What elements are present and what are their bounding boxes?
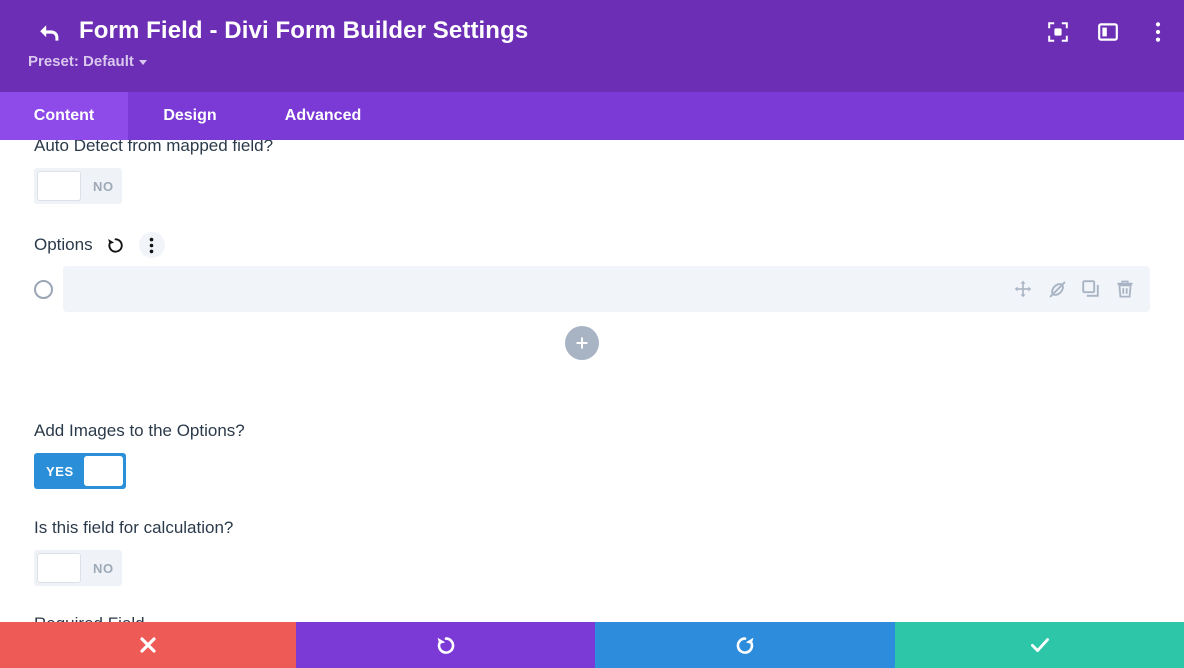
settings-body: Auto Detect from mapped field? NO Option…: [0, 140, 1184, 628]
reset-icon[interactable]: [103, 232, 129, 258]
focus-frame-icon[interactable]: [1042, 16, 1074, 48]
options-header: Options: [34, 232, 165, 258]
option-radio[interactable]: [34, 279, 53, 299]
toggle-state-label: NO: [93, 178, 114, 194]
duplicate-icon[interactable]: [1080, 278, 1102, 300]
label-add-images: Add Images to the Options?: [34, 421, 245, 440]
label-options: Options: [34, 235, 93, 254]
tab-advanced[interactable]: Advanced: [252, 92, 394, 140]
delete-icon[interactable]: [1114, 278, 1136, 300]
toggle-knob: [83, 456, 123, 486]
label-is-calculation: Is this field for calculation?: [34, 518, 234, 537]
more-vertical-icon[interactable]: [1142, 16, 1174, 48]
redo-button[interactable]: [595, 622, 895, 668]
close-icon: [140, 637, 156, 653]
back-button[interactable]: [34, 18, 64, 48]
toggle-is-calculation[interactable]: NO: [34, 550, 122, 586]
tab-content[interactable]: Content: [0, 92, 128, 140]
save-button[interactable]: [895, 622, 1184, 668]
toggle-state-label: NO: [93, 560, 114, 576]
add-option-button[interactable]: [565, 326, 599, 360]
redo-icon: [736, 637, 754, 654]
option-row: [34, 266, 1150, 312]
check-icon: [1030, 638, 1049, 652]
toggle-state-label: YES: [46, 463, 74, 479]
toggle-knob: [37, 171, 81, 201]
label-auto-detect: Auto Detect from mapped field?: [34, 140, 274, 155]
undo-icon: [437, 637, 454, 654]
page-title: Form Field - Divi Form Builder Settings: [79, 17, 529, 44]
option-value-input[interactable]: [63, 266, 1150, 312]
option-row-tools: [1012, 266, 1136, 312]
cancel-button[interactable]: [0, 622, 296, 668]
options-more-vertical-icon[interactable]: [138, 232, 165, 258]
toggle-auto-detect[interactable]: NO: [34, 168, 122, 204]
preset-label: Preset: Default: [28, 53, 134, 70]
header-actions: [1042, 16, 1174, 48]
divi-form-field-settings-modal: Form Field - Divi Form Builder Settings …: [0, 0, 1184, 668]
chevron-down-icon: [138, 60, 147, 65]
layout-panel-icon[interactable]: [1092, 16, 1124, 48]
preset-selector[interactable]: Preset: Default: [28, 53, 147, 70]
undo-button[interactable]: [296, 622, 595, 668]
modal-header: Form Field - Divi Form Builder Settings …: [0, 0, 1184, 92]
disable-link-icon[interactable]: [1046, 278, 1068, 300]
modal-action-bar: [0, 622, 1184, 668]
settings-tabs: Content Design Advanced: [0, 92, 1184, 140]
move-icon[interactable]: [1012, 278, 1034, 300]
tab-design[interactable]: Design: [128, 92, 252, 140]
toggle-add-images[interactable]: YES: [34, 453, 126, 489]
toggle-knob: [37, 553, 81, 583]
